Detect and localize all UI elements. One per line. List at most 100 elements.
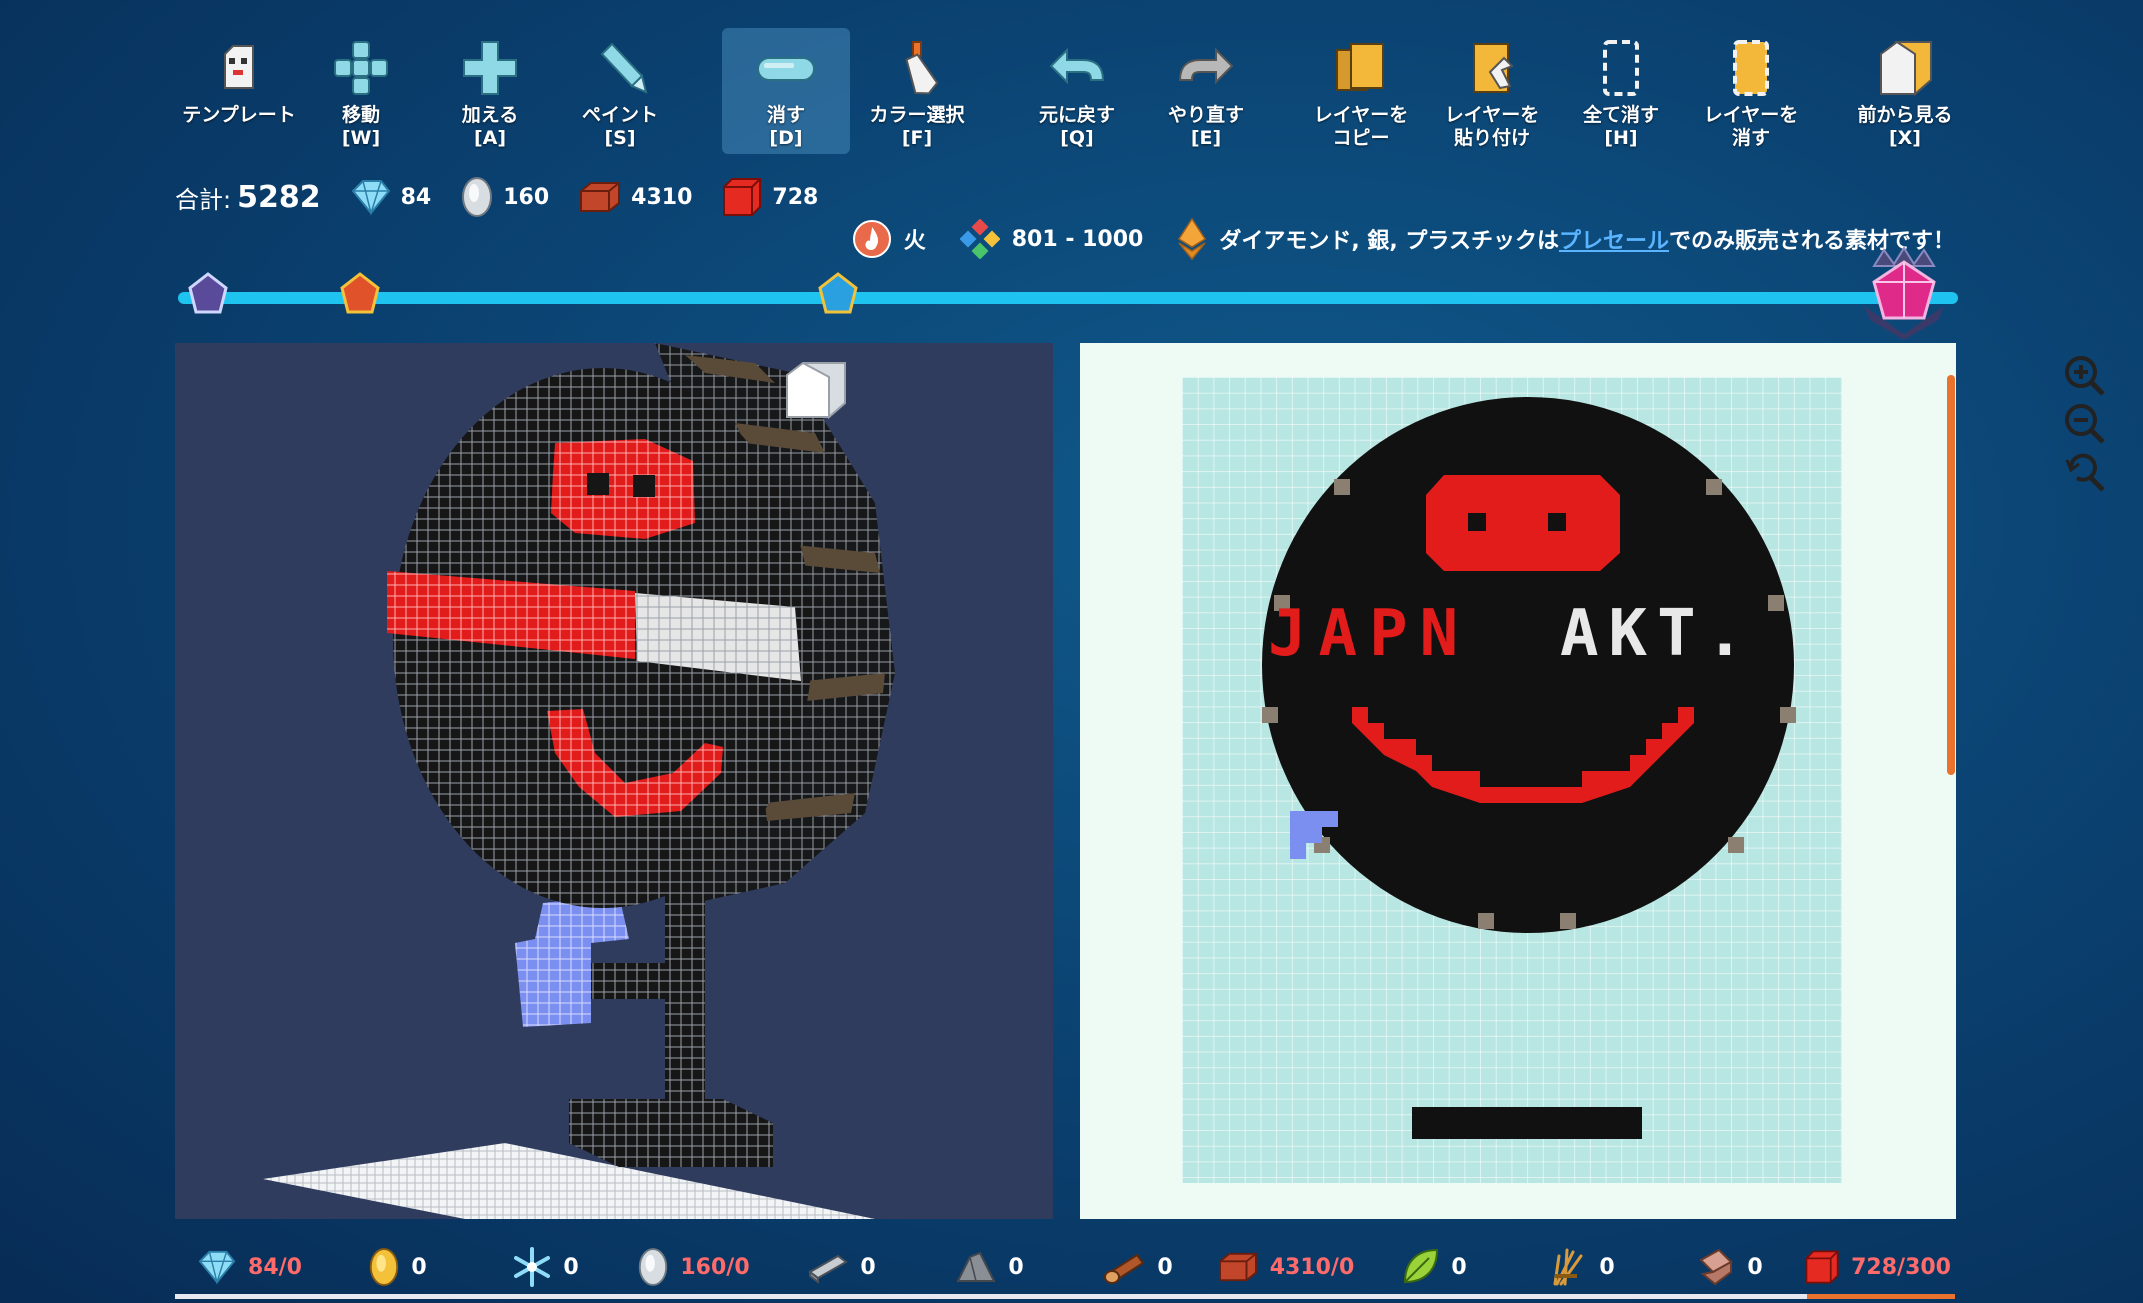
silver-count: 160 <box>459 175 549 219</box>
plastic-cube-icon <box>723 178 762 216</box>
material-diamond[interactable]: 84/0 <box>175 1248 323 1286</box>
diamond-count: 84 <box>349 177 431 217</box>
undo-icon <box>1049 47 1105 85</box>
materials-bar: 84/0 0 0 160/0 0 0 0 4310/0 0 0 0 728/30… <box>175 1232 1955 1302</box>
view-cube-button[interactable] <box>786 362 846 420</box>
zoom-out-button[interactable] <box>2059 400 2111 448</box>
add-button[interactable]: 加える [A] <box>426 28 554 154</box>
material-straw[interactable]: 0 <box>1507 1246 1655 1288</box>
wood-log-icon <box>1104 1253 1145 1284</box>
material-leaf[interactable]: 0 <box>1359 1246 1507 1288</box>
diamond-icon <box>351 180 390 216</box>
material-value: 0 <box>860 1254 876 1280</box>
material-value: 728/300 <box>1851 1254 1951 1280</box>
redo-icon <box>1178 47 1234 85</box>
material-wood[interactable]: 0 <box>1063 1249 1211 1285</box>
tool-label: 全て消す [H] <box>1582 104 1659 149</box>
brick-count: 4310 <box>577 179 692 215</box>
color-picker-icon <box>905 41 939 95</box>
tool-label: 移動 [W] <box>341 104 381 149</box>
red-letters-pixels: JAPN <box>1268 597 1470 671</box>
brick-icon <box>1218 1252 1257 1282</box>
leaf-icon <box>1404 1248 1439 1284</box>
total-label: 合計: <box>175 185 232 214</box>
front-view-button[interactable]: 前から見る [X] <box>1841 28 1969 154</box>
material-gold[interactable]: 0 <box>323 1245 471 1289</box>
template-button[interactable]: テンプレート <box>175 28 303 154</box>
pixel-editor-panel[interactable]: JAPN AKT. <box>1080 343 1956 1219</box>
material-ice[interactable]: 0 <box>471 1246 619 1288</box>
pixel-grid[interactable]: JAPN AKT. <box>1182 377 1842 1183</box>
redo-button[interactable]: やり直す [E] <box>1142 28 1270 154</box>
floor-grid <box>263 1143 875 1219</box>
silver-icon <box>462 177 493 217</box>
brick-icon <box>580 182 621 212</box>
paper-icon <box>1699 1248 1733 1286</box>
material-value: 160/0 <box>680 1254 750 1280</box>
plastic-cube-icon <box>1805 1250 1839 1284</box>
undo-button[interactable]: 元に戻す [Q] <box>1013 28 1141 154</box>
material-value: 4310/0 <box>1269 1254 1355 1280</box>
silver-icon <box>639 1248 668 1286</box>
paste-layer-button[interactable]: レイヤーを 貼り付け <box>1428 28 1556 154</box>
material-silver[interactable]: 160/0 <box>619 1245 767 1289</box>
final-gem-icon <box>1864 246 1944 340</box>
fire-icon <box>852 220 891 258</box>
eye-left-pixels <box>1468 513 1486 531</box>
zoom-in-icon <box>2065 356 2105 396</box>
tool-label: レイヤーを コピー <box>1313 104 1409 149</box>
move-button[interactable]: 移動 [W] <box>297 28 425 154</box>
selected-material-indicator <box>1807 1294 1955 1299</box>
reset-zoom-icon <box>2065 453 2105 492</box>
pentagon-gem-orange-icon <box>340 272 380 314</box>
front-view-icon <box>1880 41 1932 97</box>
tool-label: 元に戻す [Q] <box>1038 104 1115 149</box>
material-value: 84/0 <box>248 1254 302 1280</box>
material-brick[interactable]: 4310/0 <box>1211 1250 1359 1284</box>
clear-layer-icon <box>1733 40 1769 96</box>
3d-preview-panel[interactable] <box>175 343 1053 1219</box>
straw-icon <box>1553 1248 1583 1286</box>
element-label: 火 <box>903 229 926 254</box>
material-paper[interactable]: 0 <box>1655 1246 1803 1288</box>
color-picker-button[interactable]: カラー選択 [F] <box>853 28 981 154</box>
pixel-drawing[interactable]: JAPN AKT. <box>1182 377 1842 1183</box>
3d-model-view[interactable] <box>175 343 1053 1219</box>
clear-all-button[interactable]: 全て消す [H] <box>1557 28 1685 154</box>
red-eyes-pixels <box>1426 475 1620 571</box>
clear-all-icon <box>1603 40 1639 96</box>
material-metal[interactable]: 0 <box>767 1250 915 1284</box>
element-info: 火 <box>852 219 926 259</box>
reset-zoom-button[interactable] <box>2059 448 2111 496</box>
blue-voxels <box>515 895 629 1027</box>
range-info: 801 - 1000 <box>959 219 1143 259</box>
clear-layer-button[interactable]: レイヤーを 消す <box>1687 28 1815 154</box>
notice-prefix: ダイアモンド, 銀, プラスチックは <box>1219 229 1559 254</box>
material-plastic[interactable]: 728/300 <box>1803 1246 1951 1288</box>
material-value: 0 <box>563 1254 579 1280</box>
brick-value: 4310 <box>631 184 693 210</box>
plastic-count: 728 <box>720 175 818 219</box>
vertical-scrollbar[interactable] <box>1947 375 1955 775</box>
paint-icon <box>600 42 648 94</box>
tool-label: レイヤーを 消す <box>1703 104 1799 149</box>
eye-left <box>587 473 609 495</box>
total-value: 5282 <box>237 179 321 215</box>
progress-bar <box>178 246 1958 340</box>
plastic-value: 728 <box>772 184 819 210</box>
material-value: 0 <box>1451 1254 1467 1280</box>
tool-label: 消す [D] <box>766 104 805 149</box>
copy-layer-button[interactable]: レイヤーを コピー <box>1297 28 1425 154</box>
material-stone[interactable]: 0 <box>915 1249 1063 1285</box>
tool-label: やり直す [E] <box>1167 104 1244 149</box>
paint-button[interactable]: ペイント [S] <box>556 28 684 154</box>
erase-icon <box>757 57 815 81</box>
pentagon-gem-blue-icon <box>818 272 858 314</box>
material-value: 0 <box>1157 1254 1173 1280</box>
erase-button[interactable]: 消す [D] <box>722 28 850 154</box>
presale-link[interactable]: プレセール <box>1559 223 1669 255</box>
pentagon-gem-purple-icon <box>188 272 228 314</box>
white-letters-pixels: AKT. <box>1560 597 1754 671</box>
toolbar: テンプレート 移動 [W] 加える [A] ペイント [S] 消す [D] カラ… <box>175 28 1960 158</box>
zoom-in-button[interactable] <box>2059 352 2111 400</box>
